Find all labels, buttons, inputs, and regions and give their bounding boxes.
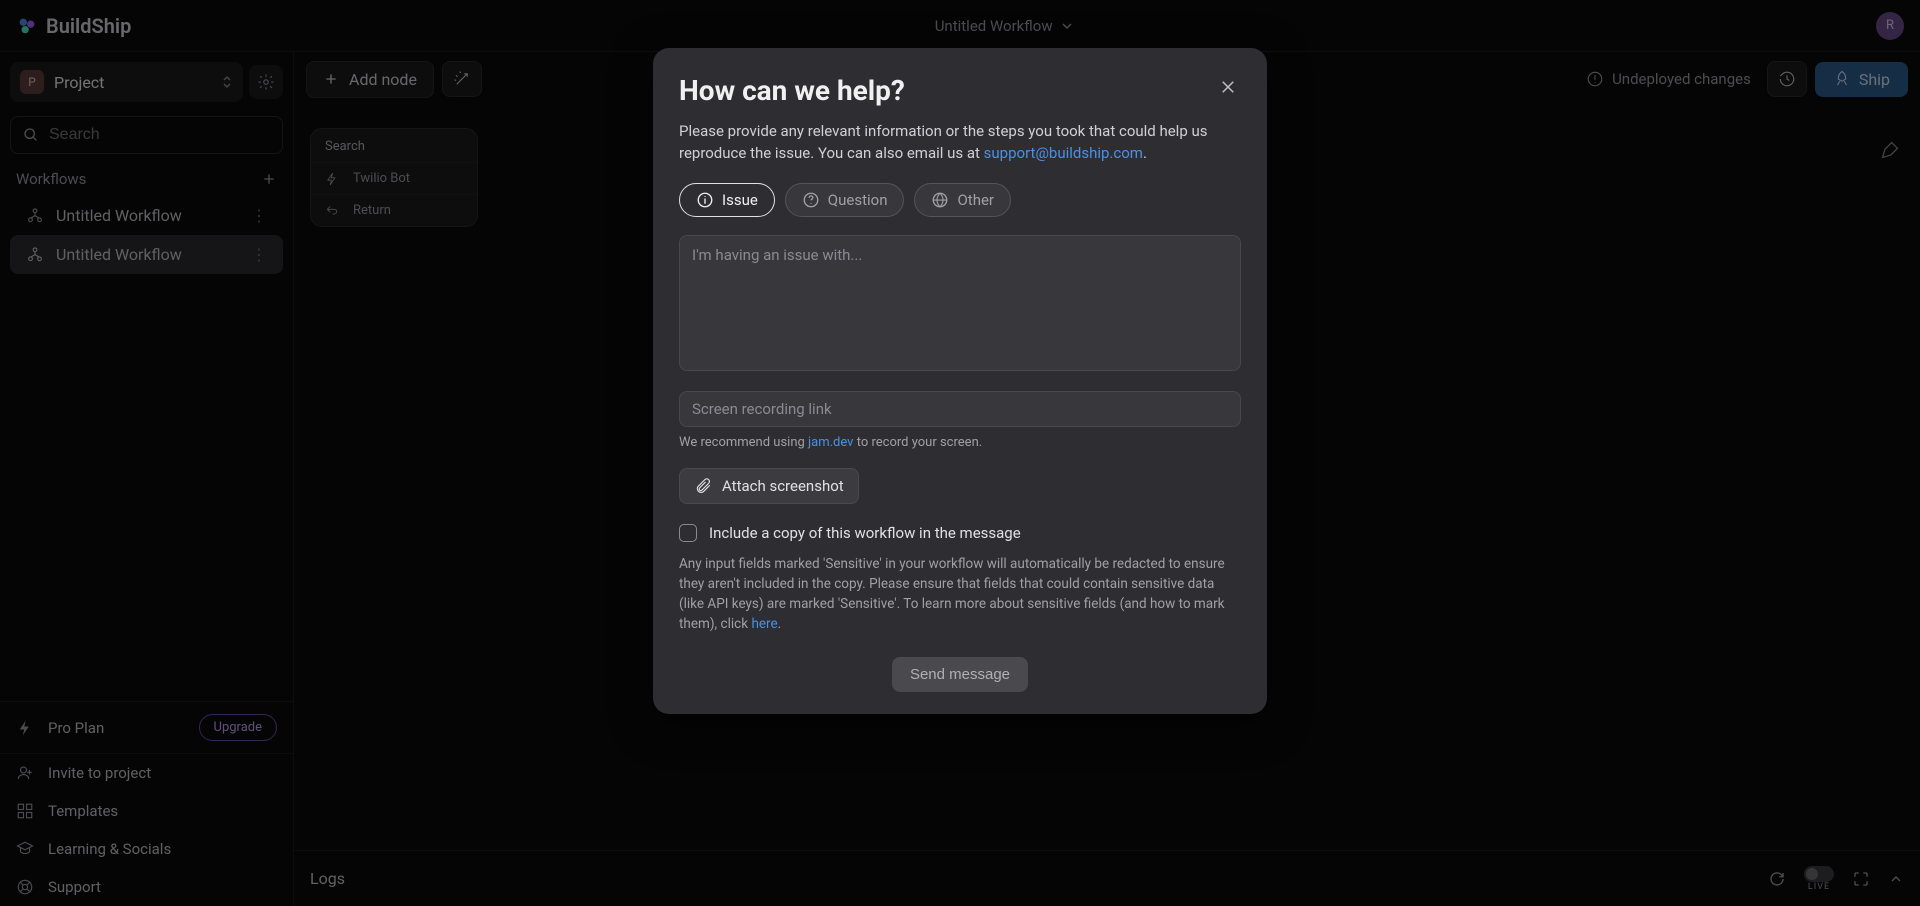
hint-post: to record your screen.: [853, 435, 982, 450]
modal-footer: Send message: [679, 657, 1241, 692]
type-label: Question: [828, 191, 888, 209]
recording-hint: We recommend using jam.dev to record you…: [679, 435, 1241, 450]
include-workflow-checkbox[interactable]: [679, 524, 697, 542]
attach-screenshot-button[interactable]: Attach screenshot: [679, 468, 859, 504]
sensitive-disclaimer: Any input fields marked 'Sensitive' in y…: [679, 554, 1241, 635]
close-button[interactable]: [1215, 74, 1241, 100]
recording-link-input[interactable]: [679, 391, 1241, 427]
paperclip-icon: [694, 477, 712, 495]
jam-dev-link[interactable]: jam.dev: [808, 435, 853, 450]
send-message-button[interactable]: Send message: [892, 657, 1028, 692]
close-icon: [1219, 78, 1237, 96]
type-other[interactable]: Other: [914, 183, 1011, 217]
sensitive-here-link[interactable]: here: [751, 616, 777, 632]
type-label: Other: [957, 191, 994, 209]
include-workflow-row[interactable]: Include a copy of this workflow in the m…: [679, 524, 1241, 542]
desc-post: .: [1143, 144, 1147, 162]
type-issue[interactable]: Issue: [679, 183, 775, 217]
disclaimer-post: .: [778, 616, 782, 632]
question-icon: [802, 191, 820, 209]
modal-title: How can we help?: [679, 74, 905, 107]
include-workflow-label: Include a copy of this workflow in the m…: [709, 524, 1021, 542]
hint-pre: We recommend using: [679, 435, 808, 450]
send-label: Send message: [910, 666, 1010, 683]
modal-description: Please provide any relevant information …: [679, 121, 1241, 165]
help-modal: How can we help? Please provide any rele…: [653, 48, 1267, 714]
issue-textarea[interactable]: [679, 235, 1241, 371]
attach-label: Attach screenshot: [722, 477, 844, 495]
type-question[interactable]: Question: [785, 183, 905, 217]
modal-overlay: How can we help? Please provide any rele…: [0, 0, 1920, 906]
info-icon: [696, 191, 714, 209]
type-label: Issue: [722, 191, 758, 209]
globe-icon: [931, 191, 949, 209]
support-email-link[interactable]: support@buildship.com: [984, 144, 1143, 162]
type-selector: Issue Question Other: [679, 183, 1241, 217]
